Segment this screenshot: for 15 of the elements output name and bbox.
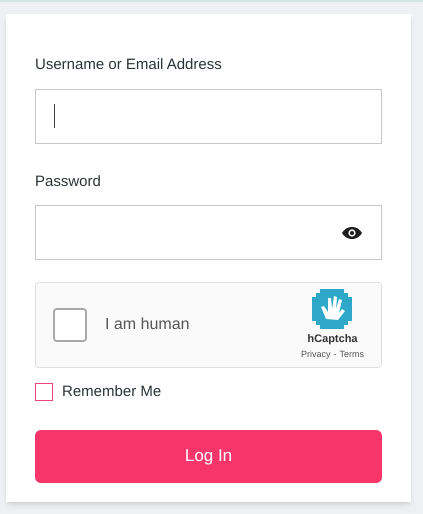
captcha-label: I am human [105, 315, 190, 335]
terms-link[interactable]: Terms [340, 348, 364, 361]
hand-logo-icon [312, 289, 352, 329]
login-button[interactable]: Log In [35, 430, 382, 482]
remember-checkbox[interactable] [35, 383, 53, 402]
username-field[interactable] [35, 88, 382, 144]
privacy-link[interactable]: Privacy [300, 348, 330, 361]
field-label: Username or Email Address [35, 55, 223, 75]
captcha-brand: hCaptcha [307, 332, 358, 347]
password-field[interactable] [35, 205, 382, 260]
captcha-checkbox[interactable] [53, 308, 87, 342]
eye-icon[interactable] [341, 226, 363, 240]
field-label: Password [35, 172, 102, 192]
remember-label: Remember Me [62, 382, 162, 402]
link-separator: - [334, 348, 336, 360]
